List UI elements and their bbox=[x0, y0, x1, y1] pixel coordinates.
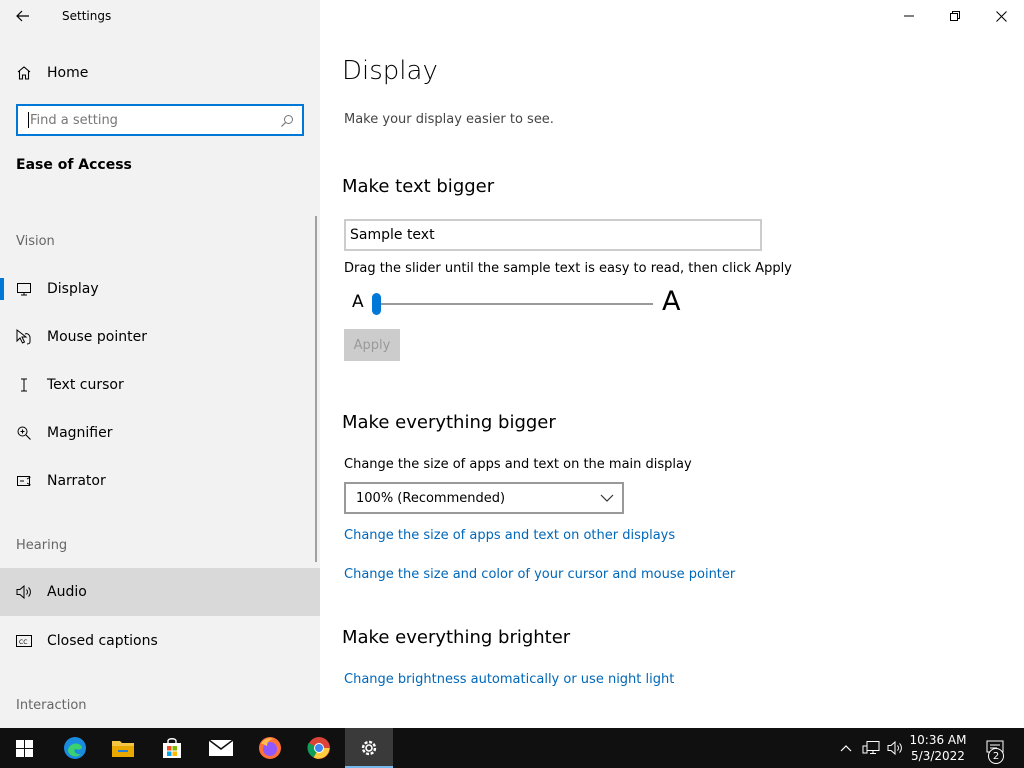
sidebar-item-label: Display bbox=[47, 281, 99, 297]
sidebar-scrollbar[interactable] bbox=[315, 216, 317, 562]
edge-icon bbox=[64, 737, 86, 759]
sidebar-item-display[interactable]: Display bbox=[0, 265, 320, 313]
link-cursor-pointer[interactable]: Change the size and color of your cursor… bbox=[344, 567, 735, 582]
sample-text-box: Sample text bbox=[344, 219, 762, 251]
monitor-icon bbox=[0, 281, 48, 297]
chrome-icon bbox=[307, 737, 330, 759]
magnifier-icon bbox=[0, 425, 48, 441]
taskbar-settings[interactable] bbox=[345, 728, 393, 768]
restore-icon bbox=[950, 11, 960, 21]
search-input[interactable] bbox=[29, 112, 269, 128]
taskbar-edge[interactable] bbox=[51, 728, 99, 768]
slider-thumb[interactable] bbox=[372, 293, 381, 315]
sidebar: Settings Home Ease of Access Vision Disp… bbox=[0, 0, 320, 728]
taskbar: 10:36 AM 5/3/2022 2 bbox=[0, 728, 1024, 768]
scale-dropdown[interactable]: 100% (Recommended) bbox=[344, 482, 624, 514]
home-nav-item[interactable]: Home bbox=[0, 54, 320, 92]
closed-captions-icon: CC bbox=[0, 634, 48, 648]
sidebar-item-narrator[interactable]: Narrator bbox=[0, 457, 320, 505]
slider-track[interactable] bbox=[376, 303, 653, 305]
sidebar-item-label: Mouse pointer bbox=[47, 329, 147, 345]
minimize-icon bbox=[904, 15, 914, 17]
back-button[interactable] bbox=[0, 0, 46, 32]
sidebar-item-label: Audio bbox=[47, 584, 87, 600]
section-header-vision: Vision bbox=[16, 234, 55, 249]
page-title: Display bbox=[342, 56, 438, 86]
back-arrow-icon bbox=[16, 10, 29, 22]
clock-date: 5/3/2022 bbox=[911, 749, 965, 763]
link-other-displays[interactable]: Change the size of apps and text on othe… bbox=[344, 528, 675, 543]
scale-description: Change the size of apps and text on the … bbox=[344, 457, 692, 472]
firefox-icon bbox=[259, 737, 281, 759]
network-icon bbox=[862, 741, 880, 754]
big-a-label: A bbox=[662, 286, 681, 317]
store-icon bbox=[163, 738, 181, 758]
sidebar-item-magnifier[interactable]: Magnifier bbox=[0, 409, 320, 457]
section-header-interaction: Interaction bbox=[16, 698, 87, 713]
tray-volume[interactable] bbox=[884, 728, 906, 768]
settings-icon bbox=[361, 740, 377, 756]
slider-hint: Drag the slider until the sample text is… bbox=[344, 261, 792, 276]
main-content: Display Make your display easier to see.… bbox=[320, 0, 1024, 728]
sidebar-item-closed-captions[interactable]: CC Closed captions bbox=[0, 617, 320, 665]
close-icon bbox=[995, 10, 1007, 22]
sidebar-item-label: Closed captions bbox=[47, 633, 158, 649]
minimize-button[interactable] bbox=[886, 0, 932, 32]
scale-dropdown-value: 100% (Recommended) bbox=[356, 490, 506, 506]
speaker-icon bbox=[0, 584, 48, 600]
search-box[interactable] bbox=[16, 104, 304, 136]
mail-icon bbox=[208, 739, 234, 756]
sidebar-item-mouse-pointer[interactable]: Mouse pointer bbox=[0, 313, 320, 361]
text-size-slider[interactable]: A A bbox=[344, 286, 684, 320]
chevron-down-icon bbox=[600, 492, 614, 507]
taskbar-firefox[interactable] bbox=[246, 728, 294, 768]
everything-brighter-heading: Make everything brighter bbox=[342, 627, 571, 648]
sidebar-item-label: Narrator bbox=[47, 473, 106, 489]
mouse-pointer-icon bbox=[0, 328, 48, 346]
narrator-icon bbox=[0, 473, 48, 489]
page-subtitle: Make your display easier to see. bbox=[344, 112, 554, 127]
sidebar-item-label: Magnifier bbox=[47, 425, 113, 441]
app-title: Settings bbox=[62, 9, 112, 23]
window-controls bbox=[886, 0, 1024, 32]
taskbar-clock[interactable]: 10:36 AM 5/3/2022 bbox=[904, 732, 972, 764]
home-icon bbox=[0, 65, 48, 81]
start-button[interactable] bbox=[0, 728, 48, 768]
taskbar-file-explorer[interactable] bbox=[99, 728, 147, 768]
apply-button[interactable]: Apply bbox=[344, 329, 400, 361]
sidebar-item-label: Text cursor bbox=[47, 377, 124, 393]
windows-logo-icon bbox=[15, 739, 33, 757]
everything-bigger-heading: Make everything bigger bbox=[342, 412, 556, 433]
text-cursor-icon bbox=[0, 377, 48, 393]
file-explorer-icon bbox=[112, 741, 134, 757]
sidebar-item-audio[interactable]: Audio bbox=[0, 568, 320, 616]
close-button[interactable] bbox=[978, 0, 1024, 32]
titlebar-left: Settings bbox=[0, 0, 320, 32]
tray-chevron[interactable] bbox=[836, 728, 856, 768]
category-header: Ease of Access bbox=[16, 157, 132, 173]
small-a-label: A bbox=[352, 292, 364, 312]
restore-button[interactable] bbox=[932, 0, 978, 32]
home-label: Home bbox=[47, 65, 89, 81]
taskbar-mail[interactable] bbox=[197, 728, 245, 768]
svg-text:CC: CC bbox=[19, 639, 27, 646]
sidebar-item-text-cursor[interactable]: Text cursor bbox=[0, 361, 320, 409]
link-brightness[interactable]: Change brightness automatically or use n… bbox=[344, 672, 674, 687]
clock-time: 10:36 AM bbox=[909, 733, 967, 747]
tray-network[interactable] bbox=[860, 728, 882, 768]
text-bigger-heading: Make text bigger bbox=[342, 176, 495, 197]
taskbar-store[interactable] bbox=[148, 728, 196, 768]
search-icon[interactable] bbox=[280, 113, 294, 132]
taskbar-chrome[interactable] bbox=[295, 728, 343, 768]
notification-count-badge: 2 bbox=[988, 748, 1004, 764]
section-header-hearing: Hearing bbox=[16, 538, 68, 553]
volume-icon bbox=[887, 740, 902, 756]
chevron-up-icon bbox=[840, 745, 852, 752]
